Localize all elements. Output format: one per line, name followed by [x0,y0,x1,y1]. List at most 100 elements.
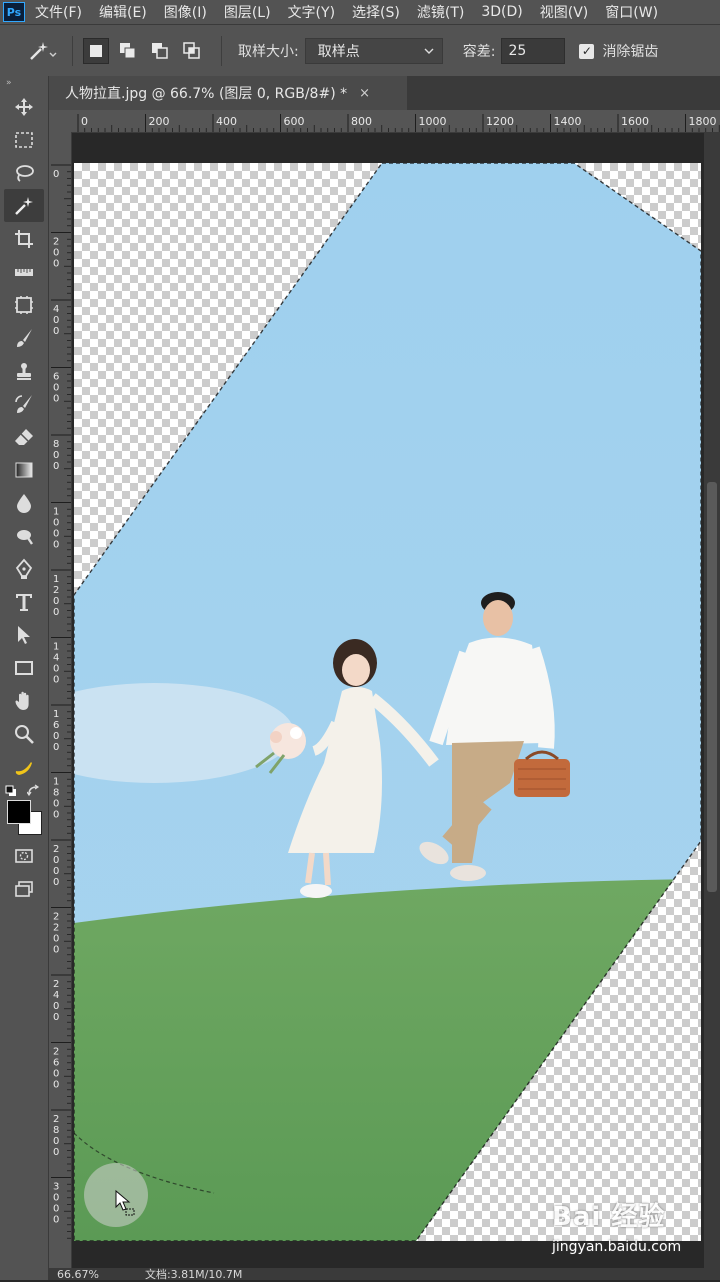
ruler-label: 0 [53,877,59,888]
ruler-label: 0 [53,664,59,675]
magic-wand-tool[interactable] [4,189,44,222]
ruler-label: 600 [284,115,305,128]
menu-image[interactable]: 图像(I) [164,2,207,22]
menu-edit[interactable]: 编辑(E) [99,2,147,22]
stamp-tool[interactable] [0,354,48,387]
ruler-label: 0 [53,1204,59,1215]
ruler-label: 2 [53,923,59,934]
eraser-tool[interactable] [0,420,48,453]
gradient-icon [15,462,33,477]
swap-colors-icon[interactable] [27,784,41,798]
ruler-label: 8 [53,439,59,450]
eraser-icon [15,428,33,445]
document-tab[interactable]: 人物拉直.jpg @ 66.7% (图层 0, RGB/8#) * × [49,76,407,110]
ruler-label: 2 [53,844,59,855]
ruler-label: 0 [53,675,59,686]
vertical-ruler-ticks: 0200400600800100012001400160018002000220… [51,164,71,1239]
path-select-tool[interactable] [0,618,48,651]
scrollbar-thumb[interactable] [707,482,717,892]
menu-file[interactable]: 文件(F) [35,2,82,22]
vertical-scrollbar[interactable] [704,132,720,1268]
menu-filter[interactable]: 滤镜(T) [417,2,464,22]
new-selection-icon [90,45,102,57]
ruler-label: 0 [53,315,59,326]
rectangle-tool[interactable] [0,651,48,684]
zoom-level[interactable]: 66.67% [57,1268,99,1281]
collapse-toggle[interactable]: » [0,76,48,90]
ruler-label: 0 [53,518,59,529]
add-selection-button[interactable] [115,38,141,64]
lasso-tool[interactable] [0,156,48,189]
ruler-label: 1 [53,507,59,518]
separator [221,36,222,66]
chevron-down-icon [424,48,434,54]
ruler-label: 0 [53,1215,59,1226]
canvas-area[interactable] [72,133,704,1268]
pen-tool[interactable] [0,552,48,585]
status-bar: 66.67% 文档:3.81M/10.7M [49,1268,720,1281]
brush-tool[interactable] [0,321,48,354]
zoom-icon [15,724,34,744]
crop-tool[interactable] [0,222,48,255]
document-canvas[interactable] [74,163,701,1241]
hand-tool[interactable] [0,684,48,717]
menu-type[interactable]: 文字(Y) [288,2,335,22]
history-brush-tool[interactable] [0,387,48,420]
ruler-label: 0 [53,945,59,956]
tool-preset-picker[interactable] [22,33,62,69]
quick-mask-button[interactable] [0,839,48,872]
sample-size-dropdown[interactable]: 取样点 [304,38,443,64]
menu-select[interactable]: 选择(S) [352,2,400,22]
ruler-label: 0 [53,450,59,461]
path-select-icon [18,625,30,644]
screen-mode-icon [15,880,33,897]
watermark-url: jingyan.baidu.com [552,1239,682,1255]
intersect-selection-button[interactable] [179,38,205,64]
brush-icon [17,328,32,347]
ruler-label: 1400 [554,115,582,128]
history-brush-icon [15,394,32,413]
ruler-label: 4 [53,990,59,1001]
marquee-tool[interactable] [0,123,48,156]
ruler-label: 0 [53,529,59,540]
ruler-label: 8 [53,1125,59,1136]
ruler-label: 0 [53,259,59,270]
antialias-checkbox[interactable]: ✓ [579,43,595,59]
screen-mode-button[interactable] [0,872,48,905]
tools-panel: » [0,76,49,1280]
ruler-label: 3 [53,1182,59,1193]
menu-view[interactable]: 视图(V) [540,2,589,22]
crop-icon [15,229,33,248]
ruler-label: 0 [53,383,59,394]
ruler-label: 1800 [689,115,717,128]
menu-layer[interactable]: 图层(L) [224,2,271,22]
blur-tool[interactable] [0,486,48,519]
ruler-tool[interactable] [0,255,48,288]
gradient-tool[interactable] [0,453,48,486]
subtract-selection-icon [152,43,168,59]
close-icon[interactable]: × [359,86,370,101]
ruler-label: 200 [149,115,170,128]
foreground-color-swatch[interactable] [7,800,31,824]
menu-3d[interactable]: 3D(D) [481,4,522,20]
new-selection-button[interactable] [83,38,109,64]
menu-window[interactable]: 窗口(W) [605,2,658,22]
horizontal-ruler[interactable]: 0 200 400 600 800 1000 1200 1400 1600 1800 [49,110,720,133]
zoom-tool[interactable] [0,717,48,750]
type-tool[interactable] [0,585,48,618]
sample-size-label: 取样大小: [238,44,299,60]
subtract-selection-button[interactable] [147,38,173,64]
tolerance-input[interactable]: 25 [501,38,566,64]
baidu-watermark: Bai 经验 jingyan.baidu.com [552,1196,712,1268]
magic-wand-icon [30,42,57,60]
hand-icon [15,691,29,710]
frame-tool[interactable] [0,288,48,321]
dodge-tool[interactable] [0,519,48,552]
default-colors-icon[interactable] [5,785,17,797]
separator [72,36,73,66]
banana-tool[interactable] [0,750,48,783]
ruler-label: 0 [53,596,59,607]
move-tool[interactable] [0,90,48,123]
vertical-ruler[interactable]: 0200400600800100012001400160018002000220… [49,132,72,1268]
add-selection-icon [120,43,136,59]
